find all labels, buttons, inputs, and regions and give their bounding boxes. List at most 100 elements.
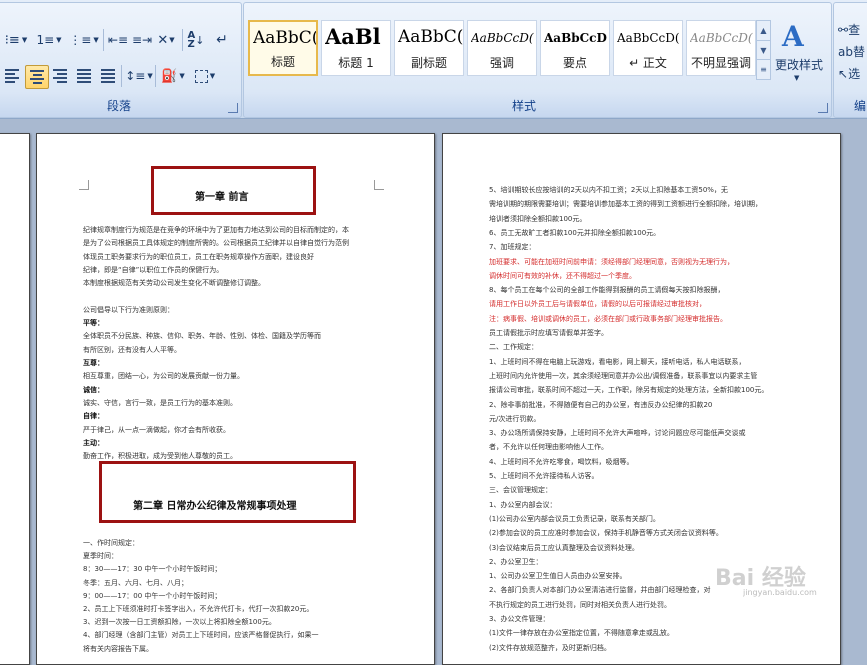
style-normal[interactable]: AaBbCcD( ↵ 正文 bbox=[613, 20, 683, 76]
text-line: 报请公司审批，联系时间不超过一天，工作职，除另有规定的处理方法，全新扣款100元… bbox=[489, 386, 769, 395]
style-emphasis[interactable]: AaBbCcD( 强调 bbox=[467, 20, 537, 76]
paragraph-group-label: 段落 bbox=[106, 99, 131, 113]
gallery-down-button[interactable]: ▼ bbox=[757, 41, 770, 61]
text-line: 6、员工无故旷工者扣款100元并扣除全额扣款100元。 bbox=[489, 228, 661, 237]
text-line: 互尊： bbox=[83, 359, 104, 367]
text-line: 纪律，即是“自律”以职位工作员的保健行为。 bbox=[83, 265, 224, 274]
replace-label: 替 bbox=[852, 45, 865, 59]
text-line: 是为了公司根据员工具体规定的制度所需的。公司根据员工纪律并以自律自觉行为范例 bbox=[83, 239, 349, 248]
arrow-down-icon: ▼ bbox=[760, 45, 767, 55]
text-line: 本制度根据规范有关劳动公司发生变化不断调整修订调整。 bbox=[83, 279, 265, 288]
gallery-more-button[interactable]: ≡ bbox=[757, 60, 770, 79]
style-preview: AaBbC( bbox=[253, 28, 316, 48]
text-line: 冬季：五月、六月、七月、八月； bbox=[83, 578, 188, 587]
text-line: 9：00——17：00 中午一个小时午饭时间； bbox=[83, 591, 222, 600]
style-preview: AaBbCcD( bbox=[690, 31, 753, 45]
align-left-button[interactable] bbox=[1, 65, 23, 87]
justify-icon bbox=[77, 69, 91, 83]
binoculars-icon: ⚯ bbox=[838, 23, 849, 37]
document-page-right[interactable]: 5、培训期较长应按培训的2天以内不扣工资；2天以上扣除基本工资50%，无 需培训期… bbox=[442, 133, 841, 665]
text-line: 4、部门经理（含部门主管）对员工上下班时间，应该严格督促执行，如果一 bbox=[83, 631, 319, 640]
text-line: 全体职员不分民族、种族、信仰、职务、年龄、性别、体检、国籍及学历等而 bbox=[83, 332, 321, 341]
text-line: 3、办公场所请保持安静，上班时间不允许大声喧哗，讨论问题应尽可能低声交谈或 bbox=[489, 429, 746, 438]
text-line: 8、每个员工在每个公司的全部工作能得到报酬的员工请假每天按扣除报酬， bbox=[489, 286, 725, 295]
distributed-button[interactable] bbox=[97, 65, 119, 87]
text-line: 勤奋工作，积极进取，成为受到他人尊敬的员工。 bbox=[83, 452, 237, 461]
decrease-indent-button[interactable]: ⇤≡ bbox=[107, 29, 129, 51]
align-right-button[interactable] bbox=[49, 65, 71, 87]
styles-group-label: 样式 bbox=[511, 99, 536, 113]
document-page-left[interactable]: 第一章 前言 纪律规章制度行为规范是在竞争的环境中为了更加有力地达到公司的目标而… bbox=[36, 133, 435, 665]
previous-page-edge bbox=[0, 133, 30, 665]
chinese-layout-button[interactable]: ✕ ▼ bbox=[153, 29, 179, 51]
text-line: 相互尊重，团结一心，为公司的发展贡献一份力量。 bbox=[83, 372, 244, 381]
find-button[interactable]: ⚯查 bbox=[838, 21, 860, 38]
shading-button[interactable]: ⛽ ▼ bbox=[159, 65, 187, 87]
justify-button[interactable] bbox=[73, 65, 95, 87]
text-line: 公司倡导以下行为准则原则： bbox=[83, 305, 174, 314]
style-title[interactable]: AaBbC( 标题 bbox=[248, 20, 318, 76]
sort-button[interactable]: AZ ↓ bbox=[185, 29, 207, 51]
text-line: 3、办公文件管理： bbox=[489, 615, 550, 623]
multilevel-list-button[interactable]: ⋮≡ ▼ bbox=[69, 29, 99, 51]
style-subtitle[interactable]: AaBbC( 副标题 bbox=[394, 20, 464, 76]
align-left-icon bbox=[5, 69, 19, 83]
text-line: 请用工作日以外员工后与请假单位，请假的以后可报请经过审批核对， bbox=[489, 300, 706, 309]
sort-az-icon: AZ bbox=[187, 30, 196, 50]
style-name: 不明显强调 bbox=[690, 56, 751, 70]
dropdown-arrow-icon: ▼ bbox=[21, 36, 28, 44]
text-line: (2)参加会议的员工应准时参加会议，保持手机静音等方式关闭会议资料等。 bbox=[489, 529, 723, 538]
numbering-button[interactable]: 1≡ ▼ bbox=[35, 29, 63, 51]
text-line: 不执行规定的员工进行处罚，同时对相关负责人进行处罚。 bbox=[489, 600, 671, 609]
show-marks-button[interactable]: ↵ bbox=[211, 29, 233, 51]
text-line: 1、上班时间不得在电脑上玩游戏，看电影，网上聊天，接听电话，私人电话联系， bbox=[489, 357, 746, 366]
gallery-up-button[interactable]: ▲ bbox=[757, 21, 770, 41]
sort-arrow-icon: ↓ bbox=[195, 33, 205, 47]
more-icon: ≡ bbox=[760, 65, 767, 75]
text-line: 7、加班规定： bbox=[489, 243, 536, 252]
text-line: 严于律己，从一点一滴做起，你才会有所收获。 bbox=[83, 425, 230, 434]
multilevel-list-icon: ⋮≡ bbox=[69, 33, 92, 47]
text-line: 培训者须扣除全额扣款100元。 bbox=[489, 214, 587, 223]
style-name: 标题 1 bbox=[338, 56, 374, 70]
styles-dialog-launcher[interactable] bbox=[818, 103, 828, 113]
text-line: 自律： bbox=[83, 412, 104, 421]
replace-button[interactable]: ab替 bbox=[838, 43, 865, 60]
decrease-indent-icon: ⇤≡ bbox=[107, 33, 129, 47]
text-line: 诚实、守信，言行一致，是员工行为的基本准则。 bbox=[83, 398, 237, 407]
select-button[interactable]: ↖选 bbox=[838, 65, 860, 82]
style-heading1[interactable]: AaBl 标题 1 bbox=[321, 20, 391, 76]
select-label: 选 bbox=[848, 67, 861, 81]
text-line: 者，不允许以任何理由影响他人工作。 bbox=[489, 443, 608, 452]
align-center-icon bbox=[30, 70, 44, 84]
text-line: 诚信： bbox=[83, 385, 104, 394]
text-line: (1)公司办公室内部会议员工负责记录，联系有关部门。 bbox=[489, 514, 660, 523]
text-line: 平等： bbox=[83, 319, 104, 328]
dropdown-arrow-icon: ▼ bbox=[56, 36, 62, 44]
bullets-button[interactable]: ⁝≡ ▼ bbox=[3, 29, 29, 51]
dropdown-arrow-icon: ▼ bbox=[209, 72, 216, 80]
align-center-button[interactable] bbox=[25, 65, 49, 89]
text-line: 有所区别，还有没有人人平等。 bbox=[83, 345, 181, 354]
highlight-box-chapter2 bbox=[99, 461, 356, 523]
paragraph-mark-icon: ↵ bbox=[216, 32, 228, 48]
borders-button[interactable]: ▼ bbox=[191, 65, 219, 87]
dropdown-arrow-icon: ▼ bbox=[147, 72, 153, 80]
text-line: 一、作时间规定： bbox=[83, 539, 139, 547]
increase-indent-icon: ≡⇥ bbox=[131, 33, 153, 47]
line-spacing-button[interactable]: ↕≡ ▼ bbox=[125, 65, 153, 87]
document-area[interactable]: 第一章 前言 纪律规章制度行为规范是在竞争的环境中为了更加有力地达到公司的目标而… bbox=[0, 119, 867, 665]
style-strong[interactable]: AaBbCcD 要点 bbox=[540, 20, 610, 76]
text-line: 夏季时间： bbox=[83, 552, 118, 561]
increase-indent-button[interactable]: ≡⇥ bbox=[131, 29, 153, 51]
line-spacing-icon: ↕≡ bbox=[125, 69, 146, 83]
text-line: 三、会议管理规定： bbox=[489, 486, 552, 495]
change-styles-button[interactable]: A 更改样式 ▼ bbox=[772, 18, 826, 98]
style-subtle-emphasis[interactable]: AaBbCcD( 不明显强调 bbox=[686, 20, 756, 76]
text-line: 3、迟到一次按一日工资额扣除，一次以上将扣除全额100元。 bbox=[83, 618, 276, 627]
text-line: 1、办公室内部会议： bbox=[489, 500, 557, 509]
dropdown-arrow-icon: ▼ bbox=[794, 74, 800, 82]
paragraph-dialog-launcher[interactable] bbox=[228, 103, 238, 113]
text-line: 5、上班时间不允许接待私人访客。 bbox=[489, 472, 599, 480]
text-line: 上班时间内允许使用一次，其余须经理同意并办公出/调假准备，联系事宜以内要求主管 bbox=[489, 371, 758, 380]
